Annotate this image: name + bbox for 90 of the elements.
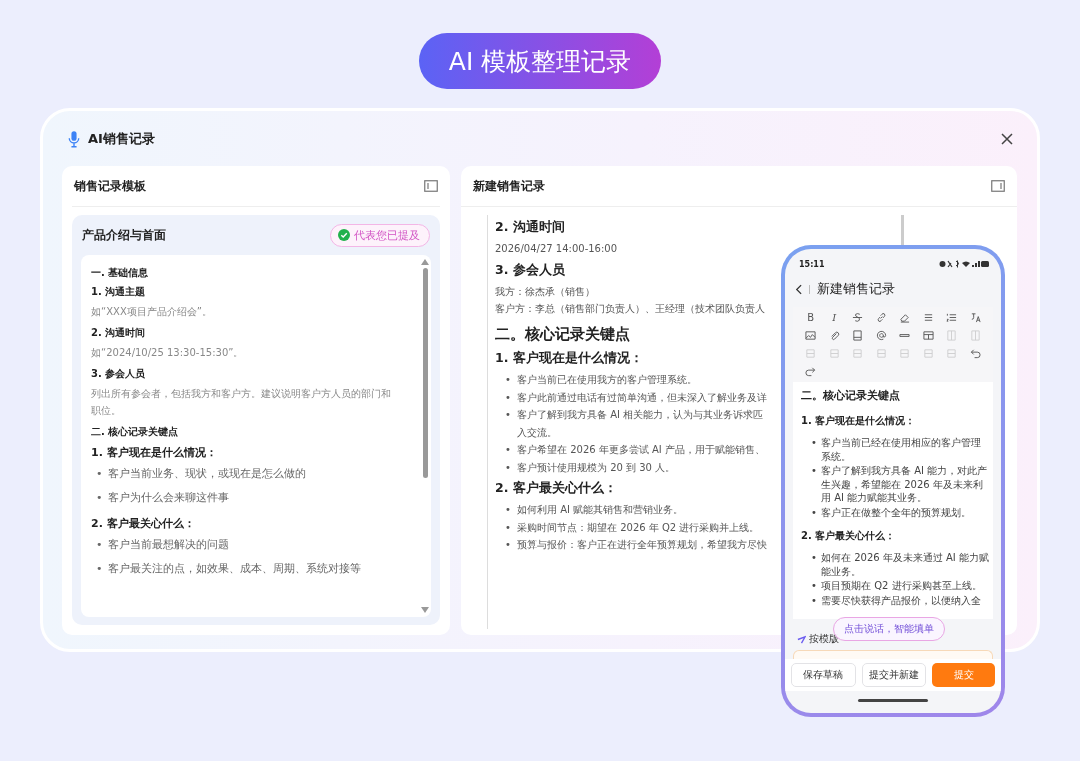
- numbered-list-icon[interactable]: [946, 312, 958, 323]
- question-heading: 1. 客户现在是什么情况：: [91, 445, 218, 460]
- bullet-item: 客户此前通过电话有过简单沟通，但未深入了解业务及详: [517, 390, 767, 405]
- bullet-marker: •: [505, 373, 512, 387]
- banner-title: AI 模板整理记录: [418, 33, 662, 89]
- record-text: 我方：徐杰承（销售） 客户方：李总（销售部门负责人）、王经理（技术团队负责人: [495, 285, 765, 316]
- bullet-marker: •: [505, 503, 512, 517]
- link-icon[interactable]: [875, 312, 887, 323]
- bullet-marker: •: [811, 505, 818, 519]
- bullet-item: 需要尽快获得产品报价，以便纳入全: [821, 593, 981, 607]
- record-text: 2026/04/27 14:00-16:00: [495, 242, 618, 256]
- sidebar-toggle-icon[interactable]: [991, 180, 1005, 192]
- redo-icon[interactable]: [805, 366, 817, 377]
- scrollbar-thumb[interactable]: [422, 268, 428, 478]
- back-icon[interactable]: [795, 283, 802, 295]
- section-heading: 一. 基础信息: [91, 266, 150, 280]
- undo-icon[interactable]: [969, 348, 981, 359]
- status-time: 15:11: [799, 259, 825, 269]
- bullet-marker: •: [811, 551, 818, 565]
- bullet-item: 客户了解到我方具备 AI 能力，对此产 生兴趣，希望能在 2026 年及未来利 用 AI 能力赋能其业务。: [821, 464, 988, 505]
- bullet-marker: •: [96, 537, 104, 553]
- question-heading: 2. 客户最关心什么：: [495, 480, 617, 497]
- bullet-marker: •: [811, 464, 818, 478]
- sidebar-toggle-icon[interactable]: [424, 180, 438, 192]
- bullet-marker: •: [96, 466, 104, 482]
- scroll-down-icon[interactable]: [421, 607, 429, 613]
- bullet-item: 客户当前业务、现状，或现在是怎么做的: [108, 466, 306, 482]
- hint-text: 列出所有参会者，包括我方和客户方。建议说明客户方人员的部门和 职位。: [91, 387, 392, 418]
- bullet-marker: •: [505, 443, 512, 457]
- panel-title: 销售记录模板: [74, 177, 146, 195]
- bullet-item: 预算与报价：客户正在进行全年预算规划，希望我方尽快: [517, 538, 767, 552]
- bullet-marker: •: [811, 593, 818, 607]
- bullet-item: 客户预计使用规模为 20 到 30 人。: [517, 460, 676, 475]
- image-icon[interactable]: [805, 330, 817, 341]
- section-heading: 3. 参会人员: [91, 367, 147, 381]
- bullet-item: 客户当前已在使用我方的客户管理系统。: [517, 373, 697, 387]
- action-button[interactable]: 保存草稿: [791, 663, 856, 687]
- action-button[interactable]: 提交并新建: [861, 663, 927, 687]
- bullet-item: 采购时间节点：期望在 2026 年 Q2 进行采购并上线。: [517, 520, 760, 535]
- table-icon[interactable]: [922, 330, 934, 341]
- section-heading: 二。核心记录关键点: [495, 325, 630, 344]
- bullet-item: 客户为什么会来聊这件事: [108, 490, 229, 506]
- bullet-item: 客户最关注的点，如效果、成本、周期、系统对接等: [108, 561, 361, 577]
- screen-title: 新建销售记录: [817, 280, 895, 298]
- question-heading: 2. 沟通时间: [495, 219, 565, 236]
- card-icon[interactable]: [852, 330, 864, 341]
- bullet-item: 客户正在做整个全年的预算规划。: [821, 505, 971, 519]
- question-heading: 1. 客户现在是什么情况：: [801, 414, 917, 428]
- badge-label: 代表您已提及: [354, 227, 420, 243]
- question-heading: 2. 客户最关心什么：: [801, 529, 897, 543]
- bullet-marker: •: [811, 579, 818, 593]
- section-heading: 2. 沟通时间: [91, 326, 147, 340]
- italic-button[interactable]: I: [832, 312, 837, 323]
- bullet-marker: •: [811, 436, 818, 450]
- panel-title: 新建销售记录: [473, 177, 545, 195]
- eraser-icon[interactable]: [899, 312, 911, 323]
- bullet-item: 项目预期在 Q2 进行采购甚至上线。: [821, 579, 982, 593]
- bullet-marker: •: [505, 390, 512, 405]
- close-icon[interactable]: [1001, 132, 1013, 145]
- bullet-list-icon[interactable]: [922, 312, 934, 323]
- status-icons: [939, 260, 989, 268]
- bullet-marker: •: [505, 520, 512, 535]
- bullet-marker: •: [505, 408, 512, 422]
- question-heading: 1. 客户现在是什么情况：: [495, 350, 643, 367]
- question-heading: 3. 参会人员: [495, 262, 565, 279]
- section-heading: 二。核心记录关键点: [801, 388, 901, 403]
- bullet-item: 如何在 2026 年及未来通过 AI 能力赋 能业务。: [821, 551, 989, 578]
- bullet-marker: •: [96, 490, 104, 506]
- bullet-item: 客户当前已经在使用相应的客户管理 系统。: [821, 436, 981, 463]
- question-heading: 2. 客户最关心什么：: [91, 516, 196, 531]
- scroll-up-icon[interactable]: [421, 259, 429, 265]
- translate-icon[interactable]: [969, 312, 981, 323]
- bullet-item: 客户当前最想解决的问题: [108, 537, 229, 553]
- template-title: 产品介绍与首面: [82, 226, 166, 244]
- at-sign-icon[interactable]: [875, 330, 887, 341]
- bullet-item: 如何利用 AI 赋能其销售和营销业务。: [517, 503, 684, 517]
- check-icon: [338, 229, 350, 241]
- section-heading: 1. 沟通主题: [91, 285, 147, 299]
- bullet-item: 客户了解到我方具备 AI 相关能力，认为与其业务诉求匹 入交流。: [517, 408, 764, 440]
- microphone-icon: [68, 129, 80, 148]
- hint-text: 如“2024/10/25 13:30-15:30”。: [91, 346, 245, 360]
- bold-button[interactable]: B: [807, 312, 815, 323]
- hint-text: 如“XXX项目产品介绍会”。: [91, 305, 213, 319]
- window-title: AI销售记录: [88, 129, 155, 148]
- bullet-marker: •: [505, 460, 512, 475]
- bullet-marker: •: [96, 561, 104, 577]
- bullet-marker: •: [505, 538, 512, 552]
- strikethrough-icon[interactable]: [852, 312, 864, 323]
- bullet-item: 客户希望在 2026 年更多尝试 AI 产品，用于赋能销售、: [517, 443, 765, 457]
- section-heading: 二. 核心记录关键点: [91, 425, 180, 439]
